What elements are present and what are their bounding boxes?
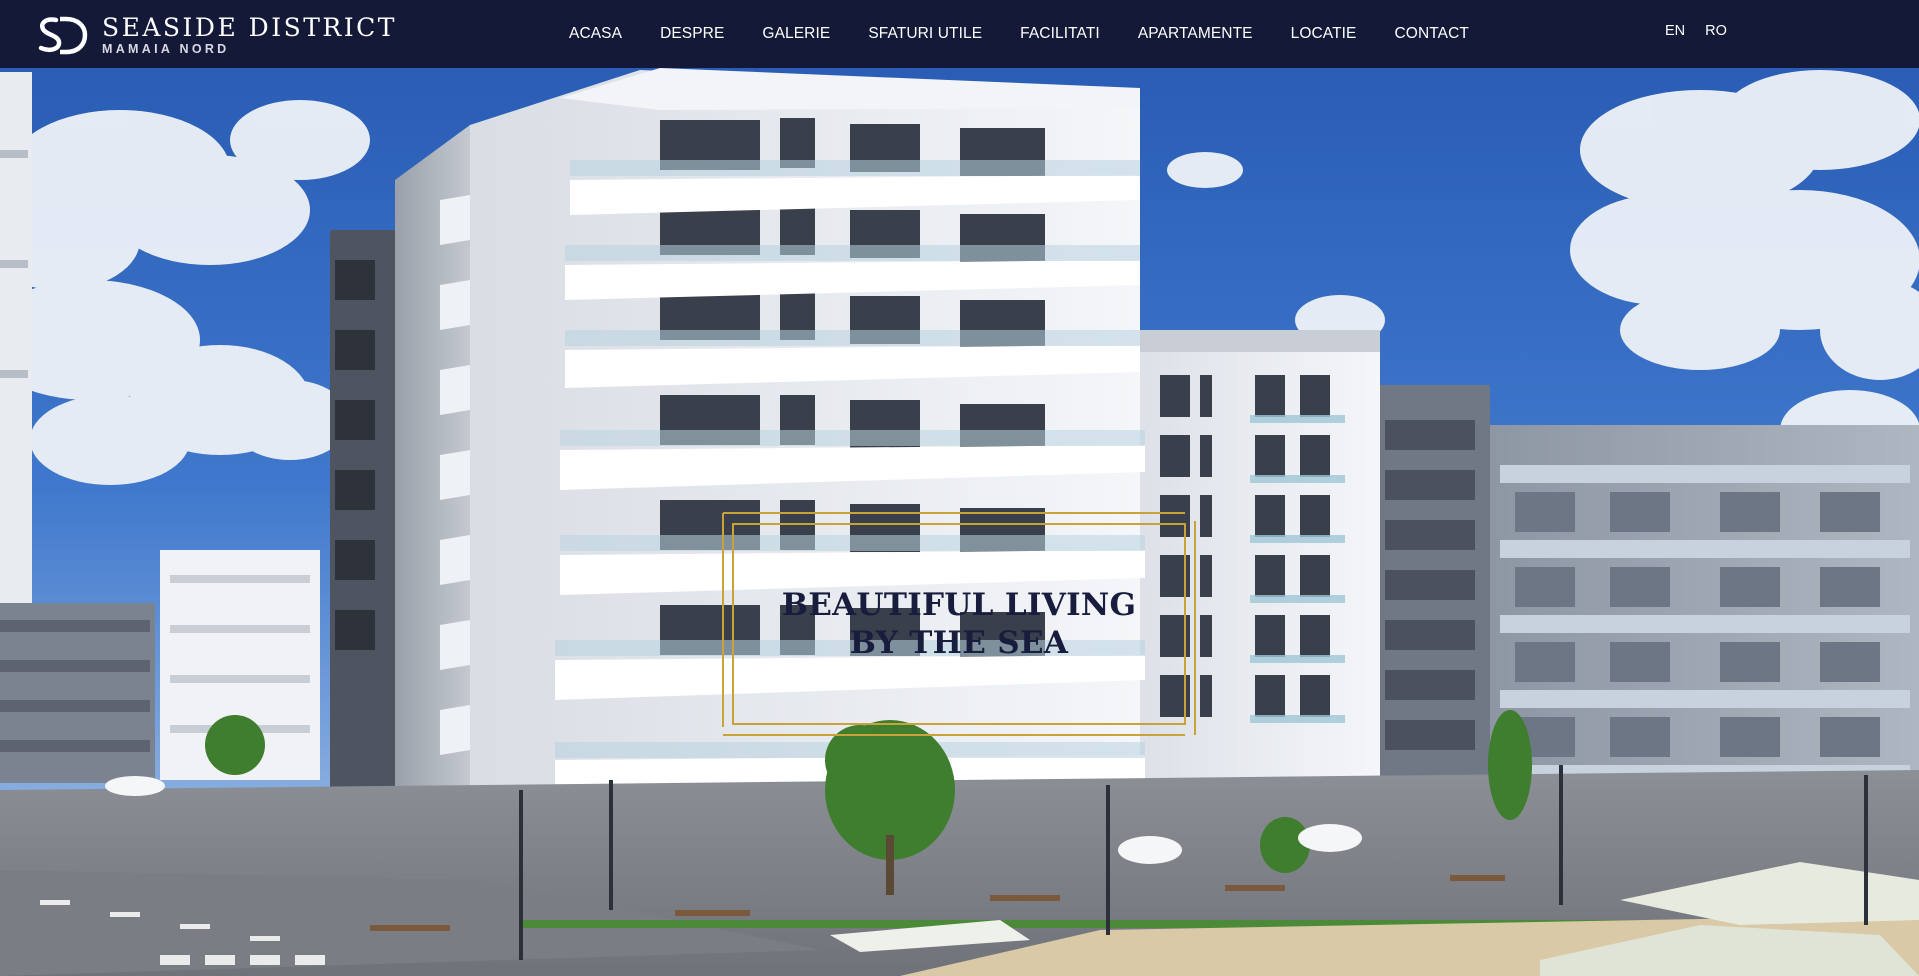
nav-locatie[interactable]: LOCATIE	[1291, 25, 1357, 43]
hero-tagline-frame: BEAUTIFUL LIVING BY THE SEA	[720, 511, 1198, 737]
language-en[interactable]: EN	[1665, 23, 1685, 39]
main-navigation: ACASA DESPRE GALERIE SFATURI UTILE FACIL…	[569, 0, 1469, 68]
nav-contact[interactable]: CONTACT	[1395, 25, 1469, 43]
site-logo[interactable]: SEASIDE DISTRICT MAMAIA NORD	[36, 14, 397, 56]
nav-despre[interactable]: DESPRE	[660, 25, 724, 43]
nav-facilitati[interactable]: FACILITATI	[1020, 25, 1100, 43]
language-switcher: EN RO	[1665, 0, 1727, 62]
brand-subtitle: MAMAIA NORD	[102, 42, 230, 56]
hero-tagline: BEAUTIFUL LIVING BY THE SEA	[720, 586, 1198, 662]
hero-section: BEAUTIFUL LIVING BY THE SEA	[0, 68, 1919, 976]
nav-sfaturi-utile[interactable]: SFATURI UTILE	[868, 25, 982, 43]
tagline-line-2: BY THE SEA	[849, 625, 1069, 661]
tagline-line-1: BEAUTIFUL LIVING	[781, 587, 1137, 623]
language-ro[interactable]: RO	[1705, 23, 1727, 39]
logo-text: SEASIDE DISTRICT MAMAIA NORD	[102, 13, 397, 57]
brand-name: SEASIDE DISTRICT	[102, 13, 397, 42]
nav-apartamente[interactable]: APARTAMENTE	[1138, 25, 1253, 43]
nav-galerie[interactable]: GALERIE	[762, 25, 830, 43]
sd-monogram-icon	[38, 16, 88, 55]
site-header: SEASIDE DISTRICT MAMAIA NORD ACASA DESPR…	[0, 0, 1919, 68]
nav-acasa[interactable]: ACASA	[569, 25, 622, 43]
